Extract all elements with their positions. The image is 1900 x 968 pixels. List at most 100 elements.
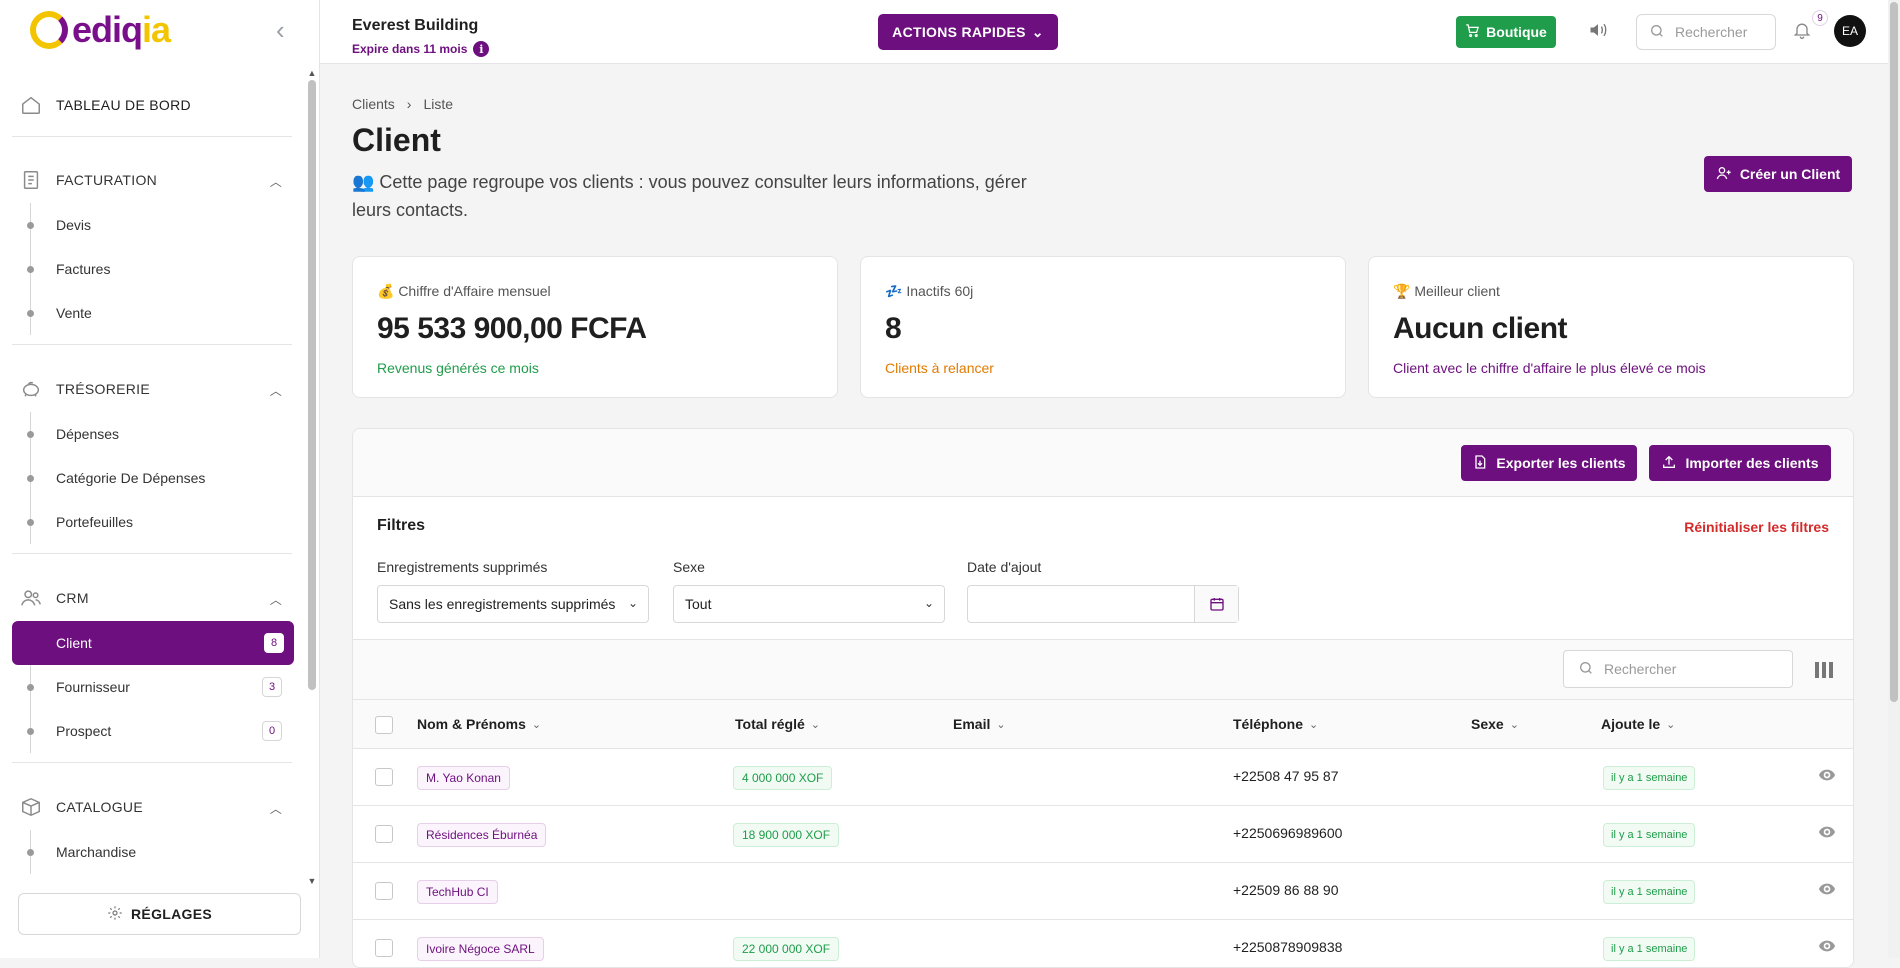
eye-icon[interactable] bbox=[1819, 882, 1835, 898]
table-row[interactable]: Ivoire Négoce SARL 22 000 000 XOF +22508… bbox=[353, 920, 1853, 967]
row-checkbox[interactable] bbox=[375, 882, 393, 900]
home-icon bbox=[20, 94, 42, 116]
client-name-tag[interactable]: Ivoire Négoce SARL bbox=[417, 937, 544, 961]
sidebar-item-marchandise[interactable]: Marchandise bbox=[20, 830, 292, 874]
sidebar-section-header[interactable]: CRM ︿ bbox=[20, 583, 292, 613]
chevron-up-icon[interactable]: ︿ bbox=[270, 800, 282, 817]
create-client-button[interactable]: Créer un Client bbox=[1704, 156, 1852, 192]
total-paid-tag: 22 000 000 XOF bbox=[733, 937, 840, 961]
speaker-icon[interactable] bbox=[1588, 20, 1608, 45]
sidebar-item-categorie-depenses[interactable]: Catégorie De Dépenses bbox=[20, 456, 292, 500]
sidebar-item-prospect[interactable]: Prospect 0 bbox=[20, 709, 292, 753]
select-all-checkbox[interactable] bbox=[375, 716, 393, 734]
sidebar-item-devis[interactable]: Devis bbox=[20, 203, 292, 247]
client-name-tag[interactable]: M. Yao Konan bbox=[417, 766, 510, 790]
column-header-total[interactable]: Total réglé ⌄ bbox=[735, 716, 820, 732]
search-icon bbox=[1578, 660, 1594, 679]
columns-icon[interactable] bbox=[1815, 662, 1833, 683]
calendar-icon[interactable] bbox=[1194, 586, 1238, 622]
sidebar-item-label: Marchandise bbox=[56, 844, 137, 860]
building-name[interactable]: Everest Building bbox=[352, 17, 478, 35]
sidebar-item-label: Factures bbox=[56, 261, 111, 277]
sidebar-item-label: Catégorie De Dépenses bbox=[56, 470, 206, 486]
revenue-card: 💰 Chiffre d'Affaire mensuel 95 533 900,0… bbox=[352, 256, 838, 398]
table-row[interactable]: M. Yao Konan 4 000 000 XOF +22508 47 95 … bbox=[353, 749, 1853, 806]
quick-actions-button[interactable]: ACTIONS RAPIDES ⌄ bbox=[878, 14, 1058, 50]
chevron-up-icon[interactable]: ︿ bbox=[270, 173, 282, 190]
filter-date-input[interactable] bbox=[967, 585, 1239, 623]
best-client-card: 🏆 Meilleur client Aucun client Client av… bbox=[1368, 256, 1854, 398]
info-icon[interactable]: i bbox=[473, 41, 490, 57]
sidebar-item-portefeuilles[interactable]: Portefeuilles bbox=[20, 500, 292, 544]
sidebar-item-vente[interactable]: Vente bbox=[20, 291, 292, 335]
eye-icon[interactable] bbox=[1819, 825, 1835, 841]
create-client-label: Créer un Client bbox=[1739, 166, 1841, 182]
table-row[interactable]: TechHub CI +22509 86 88 90 il y a 1 sema… bbox=[353, 863, 1853, 920]
sidebar-item-fournisseur[interactable]: Fournisseur 3 bbox=[20, 665, 292, 709]
count-badge: 0 bbox=[262, 721, 282, 741]
boutique-button[interactable]: Boutique bbox=[1456, 16, 1556, 48]
client-name-tag[interactable]: Résidences Éburnéa bbox=[417, 823, 547, 847]
row-checkbox[interactable] bbox=[375, 825, 393, 843]
piggy-bank-icon bbox=[20, 378, 42, 400]
sidebar-item-factures[interactable]: Factures bbox=[20, 247, 292, 291]
chevron-up-icon[interactable]: ︿ bbox=[270, 591, 282, 608]
avatar[interactable]: EA bbox=[1834, 15, 1866, 47]
section-title: FACTURATION bbox=[56, 172, 158, 188]
column-header-name[interactable]: Nom & Prénoms ⌄ bbox=[417, 716, 541, 732]
filters-title: Filtres bbox=[377, 517, 426, 534]
sidebar-item-label: Vente bbox=[56, 305, 92, 321]
table-row[interactable]: Résidences Éburnéa 18 900 000 XOF +22506… bbox=[353, 806, 1853, 863]
invoice-icon bbox=[20, 169, 42, 191]
sidebar-item-label: TABLEAU DE BORD bbox=[56, 97, 191, 113]
column-header-sex[interactable]: Sexe ⌄ bbox=[1471, 716, 1519, 732]
sidebar-scroll-down-arrow[interactable]: ▼ bbox=[306, 876, 318, 886]
column-header-added[interactable]: Ajoute le ⌄ bbox=[1601, 716, 1675, 732]
column-header-email[interactable]: Email ⌄ bbox=[953, 716, 1006, 732]
added-date-tag: il y a 1 semaine bbox=[1603, 880, 1696, 904]
subscription-expiry: Expire dans 11 mois i bbox=[352, 41, 490, 57]
table-search-input[interactable]: Rechercher bbox=[1563, 650, 1793, 688]
bullet-dot bbox=[27, 310, 34, 317]
sort-chevron-icon: ⌄ bbox=[810, 718, 820, 731]
global-search-input[interactable]: Rechercher bbox=[1636, 14, 1776, 50]
export-clients-button[interactable]: Exporter les clients bbox=[1461, 445, 1637, 481]
eye-icon[interactable] bbox=[1819, 768, 1835, 784]
filter-sex-select[interactable]: Tout ⌄ bbox=[673, 585, 945, 623]
phone-cell: +2250696989600 bbox=[1233, 825, 1343, 841]
card-label: 💤 Inactifs 60j bbox=[885, 283, 974, 299]
reset-filters-link[interactable]: Réinitialiser les filtres bbox=[1684, 519, 1829, 535]
sidebar-item-client[interactable]: Client 8 bbox=[12, 621, 294, 665]
settings-button[interactable]: RÉGLAGES bbox=[18, 893, 301, 935]
filter-deleted-select[interactable]: Sans les enregistrements supprimés ⌄ bbox=[377, 585, 649, 623]
collapse-sidebar-chevron-left-icon[interactable]: ‹ bbox=[276, 17, 296, 43]
import-clients-button[interactable]: Importer des clients bbox=[1649, 445, 1831, 481]
sidebar-section-header[interactable]: FACTURATION ︿ bbox=[20, 165, 292, 195]
chevron-up-icon[interactable]: ︿ bbox=[270, 382, 282, 399]
sidebar-item-depenses[interactable]: Dépenses bbox=[20, 412, 292, 456]
filter-sex-label: Sexe bbox=[673, 559, 705, 575]
sidebar-item-dashboard[interactable]: TABLEAU DE BORD bbox=[20, 90, 191, 120]
breadcrumb-clients[interactable]: Clients bbox=[352, 96, 395, 112]
client-name-tag[interactable]: TechHub CI bbox=[417, 880, 498, 904]
sidebar-scrollbar[interactable] bbox=[308, 80, 316, 690]
column-header-phone[interactable]: Téléphone ⌄ bbox=[1233, 716, 1318, 732]
row-checkbox[interactable] bbox=[375, 939, 393, 957]
card-value: 8 bbox=[885, 312, 902, 345]
breadcrumb-separator-icon: › bbox=[406, 96, 412, 112]
sidebar-scroll-up-arrow[interactable]: ▲ bbox=[306, 68, 318, 78]
table-toolbar: Rechercher bbox=[353, 639, 1853, 699]
eye-icon[interactable] bbox=[1819, 939, 1835, 955]
section-title: CATALOGUE bbox=[56, 799, 143, 815]
page-scrollbar-thumb[interactable] bbox=[1890, 2, 1898, 702]
bell-icon[interactable] bbox=[1792, 20, 1812, 45]
sidebar-section-header[interactable]: CATALOGUE ︿ bbox=[20, 792, 292, 822]
page-scrollbar[interactable] bbox=[1888, 0, 1900, 958]
card-label: 🏆 Meilleur client bbox=[1393, 283, 1500, 299]
sidebar-item-label: Dépenses bbox=[56, 426, 120, 442]
search-placeholder: Rechercher bbox=[1675, 24, 1748, 40]
row-checkbox[interactable] bbox=[375, 768, 393, 786]
app-logo[interactable]: ediqia bbox=[30, 9, 171, 50]
sidebar-section-header[interactable]: TRÉSORERIE ︿ bbox=[20, 374, 292, 404]
sidebar-section-catalogue: CATALOGUE ︿ Marchandise bbox=[20, 792, 292, 882]
